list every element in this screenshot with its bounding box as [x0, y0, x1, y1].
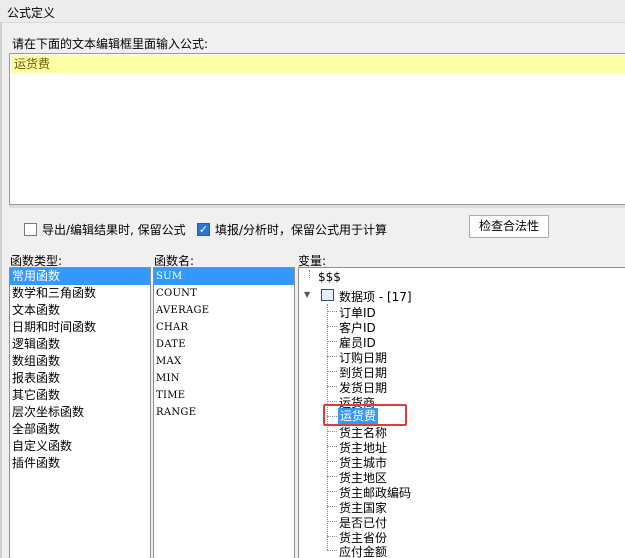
function-type-item[interactable]: 层次坐标函数: [10, 404, 150, 421]
function-name-item[interactable]: MIN: [154, 370, 294, 387]
keep-formula-export-checkbox[interactable]: [24, 222, 37, 236]
tree-connector: [327, 506, 337, 507]
variable-tree[interactable]: $$$ ▼ 数据项 - [17] 订单ID 客户ID 雇员ID 订购日期 到货日…: [298, 267, 625, 558]
function-name-item[interactable]: MAX: [154, 353, 294, 370]
tree-connector: [327, 536, 337, 537]
tree-connector: [327, 401, 337, 402]
function-name-item[interactable]: DATE: [154, 336, 294, 353]
editor-scroll-area: [9, 205, 625, 208]
keep-formula-fill-checkbox[interactable]: ✓: [197, 222, 210, 236]
tree-connector: [309, 270, 310, 278]
function-type-item[interactable]: 报表函数: [10, 370, 150, 387]
function-type-item[interactable]: 数学和三角函数: [10, 285, 150, 302]
function-type-list[interactable]: 常用函数 数学和三角函数 文本函数 日期和时间函数 逻辑函数 数组函数 报表函数…: [9, 267, 151, 558]
tree-connector: [327, 461, 337, 462]
editor-prompt: 请在下面的文本编辑框里面输入公式:: [12, 37, 209, 51]
function-name-list[interactable]: SUM COUNT AVERAGE CHAR DATE MAX MIN TIME…: [153, 267, 295, 558]
function-type-item[interactable]: 全部函数: [10, 421, 150, 438]
tree-connector: [327, 550, 337, 551]
keep-formula-fill-option[interactable]: ✓ 填报/分析时，保留公式用于计算: [197, 221, 387, 237]
window-title: 公式定义: [7, 6, 56, 20]
tree-root-node[interactable]: $$$: [318, 270, 341, 284]
title-bar: 公式定义: [0, 0, 625, 23]
tree-group-node[interactable]: 数据项 - [17]: [339, 288, 412, 305]
function-name-item[interactable]: COUNT: [154, 285, 294, 302]
annotation-highlight-box: [323, 404, 407, 426]
function-type-item[interactable]: 其它函数: [10, 387, 150, 404]
tree-connector: [327, 311, 337, 312]
function-name-item[interactable]: TIME: [154, 387, 294, 404]
function-name-item[interactable]: RANGE: [154, 404, 294, 421]
formula-text[interactable]: 运货费: [11, 55, 625, 73]
data-item-icon: [321, 289, 334, 301]
tree-connector: [327, 476, 337, 477]
tree-connector: [327, 326, 337, 327]
function-type-item[interactable]: 逻辑函数: [10, 336, 150, 353]
tree-connector: [327, 371, 337, 372]
function-type-item[interactable]: 日期和时间函数: [10, 319, 150, 336]
keep-formula-export-option[interactable]: 导出/编辑结果时, 保留公式: [24, 221, 186, 237]
tree-connector: [327, 491, 337, 492]
function-name-item[interactable]: SUM: [154, 268, 294, 285]
check-validity-button[interactable]: 检查合法性: [469, 215, 549, 238]
function-type-item[interactable]: 自定义函数: [10, 438, 150, 455]
window-left-edge: [0, 22, 2, 558]
tree-connector: [327, 446, 337, 447]
function-name-item[interactable]: AVERAGE: [154, 302, 294, 319]
function-type-item[interactable]: 插件函数: [10, 455, 150, 472]
function-name-item[interactable]: CHAR: [154, 319, 294, 336]
keep-formula-fill-label: 填报/分析时，保留公式用于计算: [215, 222, 388, 237]
tree-connector: [327, 521, 337, 522]
function-type-item[interactable]: 数组函数: [10, 353, 150, 370]
collapse-arrow-icon[interactable]: ▼: [304, 290, 310, 299]
keep-formula-export-label: 导出/编辑结果时, 保留公式: [42, 222, 186, 237]
function-type-item[interactable]: 文本函数: [10, 302, 150, 319]
tree-item[interactable]: 应付金额: [339, 543, 387, 558]
tree-connector: [327, 386, 337, 387]
tree-connector: [327, 341, 337, 342]
formula-editor[interactable]: 运货费: [9, 53, 625, 205]
tree-connector: [327, 356, 337, 357]
tree-connector: [327, 431, 337, 432]
function-type-item[interactable]: 常用函数: [10, 268, 150, 285]
